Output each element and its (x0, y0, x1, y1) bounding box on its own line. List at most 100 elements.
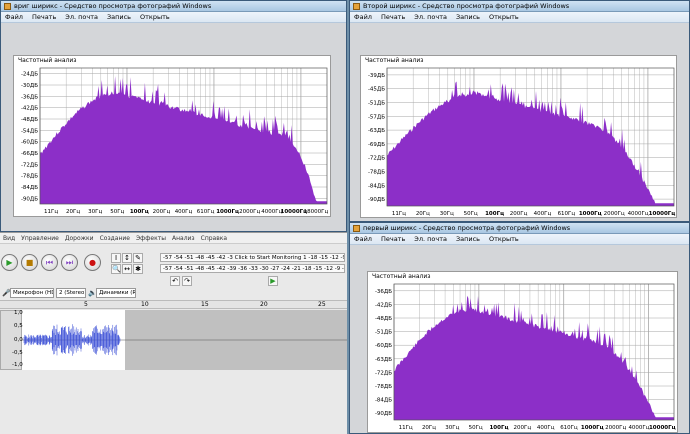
photo-viewer-icon (353, 224, 360, 232)
skip-end-button[interactable]: ⏭ (61, 254, 78, 271)
y-tick-label: -78ДБ (368, 170, 385, 176)
window-title: первый ширикс - Средство просмотра фотог… (363, 224, 571, 232)
draw-tool-icon[interactable]: ✎ (133, 253, 143, 263)
x-tick-label: 2000Гц (605, 425, 626, 431)
title-bar[interactable]: Второй ширикс - Средство просмотра фотог… (350, 1, 689, 12)
x-tick-label: 400Гц (175, 209, 193, 215)
title-bar[interactable]: первый ширикс - Средство просмотра фотог… (350, 223, 689, 234)
menu-file[interactable]: Файл (354, 235, 372, 243)
ruler-tick: 10 (141, 301, 149, 308)
menu-open[interactable]: Открыть (489, 13, 519, 21)
amplitude-scale: 1,0 0,5 0,0 -0,5 -1,0 (2, 310, 23, 370)
y-tick-label: -24ДБ (21, 72, 38, 78)
x-tick-label: 610Гц (197, 209, 215, 215)
menu-analyze[interactable]: Анализ (172, 235, 195, 242)
x-tick-label: 11Гц (44, 209, 58, 215)
y-tick-label: -36ДБ (375, 289, 392, 295)
menu-open[interactable]: Открыть (489, 235, 519, 243)
image-canvas: Частотный анализ -24ДБ -30ДБ -36ДБ -42ДБ -48… (1, 23, 346, 231)
ruler-tick: 20 (260, 301, 268, 308)
menu-open[interactable]: Открыть (140, 13, 170, 21)
menu-effects[interactable]: Эффекты (136, 235, 166, 242)
play-at-speed-icon[interactable]: ▶ (268, 276, 278, 286)
y-tick-label: -51ДБ (368, 101, 385, 107)
menu-burn[interactable]: Запись (107, 13, 131, 21)
audacity-menu-bar: Вид Управление Дорожки Создание Эффекты … (0, 233, 347, 244)
window-title: Второй ширикс - Средство просмотра фотог… (363, 2, 570, 10)
multi-tool-icon[interactable]: ✱ (133, 264, 143, 274)
menu-print[interactable]: Печать (381, 235, 405, 243)
x-tick-label: 1000Гц (216, 209, 239, 215)
x-tick-label: 200Гц (153, 209, 171, 215)
spectrum-plot: -36ДБ -42ДБ -48ДБ -51ДБ -60ДБ -63ДБ -72ДБ -78ДБ… (375, 283, 676, 431)
title-bar[interactable]: вриг ширикс - Средство просмотра фотогра… (1, 1, 346, 12)
photo-viewer-window-1: вриг ширикс - Средство просмотра фотогра… (0, 0, 347, 232)
menu-transport[interactable]: Управление (21, 235, 59, 242)
x-tick-label: 20Гц (66, 209, 80, 215)
stop-button[interactable]: ■ (21, 254, 38, 271)
window-title: вриг ширикс - Средство просмотра фотогра… (14, 2, 212, 10)
photo-viewer-window-3: первый ширикс - Средство просмотра фотог… (349, 222, 690, 434)
redo-icon[interactable]: ↷ (182, 276, 192, 286)
y-tick-label: -84ДБ (368, 183, 385, 189)
menu-help[interactable]: Справка (201, 235, 227, 242)
x-tick-label: 11Гц (392, 211, 406, 217)
x-tick-label: 100Гц (485, 211, 504, 217)
zoom-tool-icon[interactable]: 🔍 (111, 264, 121, 274)
menu-print[interactable]: Печать (381, 13, 405, 21)
x-tick-label: 20Гц (422, 425, 436, 431)
y-tick-label: -54ДБ (21, 128, 38, 134)
output-device-select[interactable]: Динамики (Real (96, 288, 136, 298)
audacity-window: Вид Управление Дорожки Создание Эффекты … (0, 232, 347, 434)
y-tick-label: -45ДБ (368, 87, 385, 93)
x-tick-label: 10000Гц (649, 425, 676, 431)
menu-view[interactable]: Вид (3, 235, 15, 242)
scale-label: -0,5 (12, 350, 23, 356)
menu-tracks[interactable]: Дорожки (65, 235, 94, 242)
record-meter[interactable]: -57 -54 -51 -48 -45 -42 -39 -36 -33 -30 … (160, 264, 345, 273)
x-tick-label: 30Гц (445, 425, 459, 431)
spectrum-plot: -24ДБ -30ДБ -36ДБ -42ДБ -48ДБ -54ДБ -60ДБ -66ДБ… (21, 67, 329, 215)
x-tick-label: 11Гц (399, 425, 413, 431)
x-tick-label: 200Гц (510, 211, 528, 217)
undo-icon[interactable]: ↶ (170, 276, 180, 286)
menu-burn[interactable]: Запись (456, 235, 480, 243)
playback-meter[interactable]: -57 -54 -51 -48 -45 -42 -3 Click to Star… (160, 253, 345, 262)
menu-email[interactable]: Эл. почта (414, 235, 447, 243)
photo-viewer-window-2: Второй ширикс - Средство просмотра фотог… (349, 0, 690, 222)
skip-start-button[interactable]: ⏮ (41, 254, 58, 271)
input-device-select[interactable]: Микрофон (НD\ (10, 288, 54, 298)
track-area[interactable] (22, 310, 347, 370)
y-tick-label: -48ДБ (375, 316, 392, 322)
y-tick-label: -72ДБ (375, 370, 392, 376)
menu-file[interactable]: Файл (5, 13, 23, 21)
timeshift-tool-icon[interactable]: ↔ (122, 264, 132, 274)
y-tick-label: -66ДБ (21, 151, 38, 157)
menu-bar: Файл Печать Эл. почта Запись Открыть (350, 234, 689, 245)
spectrum-panel: Частотный анализ -39ДБ -45ДБ -51ДБ -57ДБ -63… (360, 55, 677, 218)
envelope-tool-icon[interactable]: ↕ (122, 253, 132, 263)
x-tick-label: 10000Гц (649, 211, 676, 217)
spectrum-panel: Частотный анализ -24ДБ -30ДБ -36ДБ -42ДБ -48… (13, 55, 331, 217)
spectrum-fill (394, 295, 674, 420)
menu-file[interactable]: Файл (354, 13, 372, 21)
x-tick-label: 400Гц (534, 211, 552, 217)
play-button[interactable]: ▶ (1, 254, 18, 271)
x-tick-label: 50Гц (464, 211, 478, 217)
timeline-ruler[interactable]: 5 10 15 20 25 (0, 300, 347, 309)
menu-generate[interactable]: Создание (100, 235, 130, 242)
menu-email[interactable]: Эл. почта (414, 13, 447, 21)
menu-print[interactable]: Печать (32, 13, 56, 21)
x-tick-label: 4000Гц (261, 209, 282, 215)
x-tick-label: 4000Гц (628, 425, 649, 431)
menu-burn[interactable]: Запись (456, 13, 480, 21)
record-button[interactable]: ● (84, 254, 101, 271)
y-tick-label: -57ДБ (368, 114, 385, 120)
x-tick-label: 50Гц (469, 425, 483, 431)
selection-tool-icon[interactable]: I (111, 253, 121, 263)
menu-email[interactable]: Эл. почта (65, 13, 98, 21)
scale-label: -1,0 (12, 362, 23, 368)
channels-select[interactable]: 2 (Stereo) (56, 288, 86, 298)
x-tick-label: 30Гц (440, 211, 454, 217)
spectrum-panel: Частотный анализ -36ДБ -42ДБ -48ДБ -51ДБ -60… (367, 271, 678, 433)
